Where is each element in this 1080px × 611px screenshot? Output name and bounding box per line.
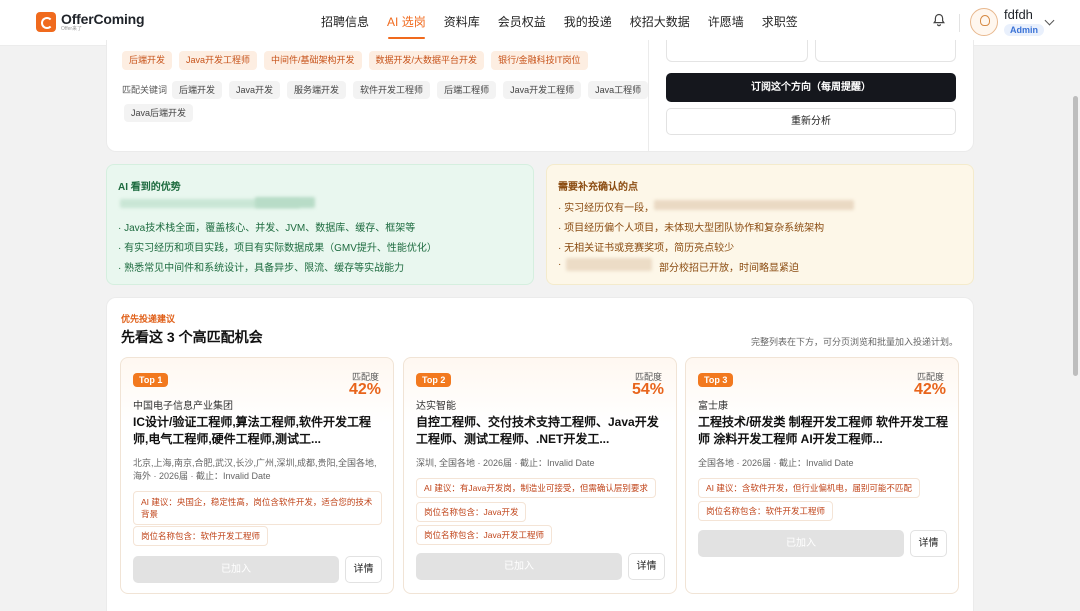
reanalyze-button[interactable]: 重新分析 — [666, 108, 956, 135]
job-card-3[interactable]: Top 3 匹配度 42% 富士康 工程技术/研发类 制程开发工程师 软件开发工… — [685, 357, 959, 594]
job-title[interactable]: 工程技术/研发类 制程开发工程师 软件开发工程师 涂料开发工程师 AI开发工程师… — [698, 414, 948, 448]
company-name: 富士康 — [698, 401, 728, 412]
rec-title: 先看这 3 个高匹配机会 — [121, 329, 263, 345]
redacted-text — [654, 200, 854, 210]
scrollbar-thumb[interactable] — [1073, 96, 1078, 376]
brand-name: OfferComing — [61, 11, 145, 27]
job-meta: 北京,上海,南京,合肥,武汉,长沙,广州,深圳,成都,贵阳,全国各地,海外 · … — [133, 458, 377, 481]
rank-badge: Top 2 — [416, 373, 452, 387]
keyword-tag: Java工程师 — [588, 81, 649, 99]
keyword-label: 匹配关键词 — [122, 85, 168, 95]
gaps-title: 需要补充确认的点 — [558, 182, 638, 193]
detail-button[interactable]: 详情 — [910, 530, 947, 557]
direction-tag[interactable]: 中间件/基础架构开发 — [264, 51, 362, 70]
strength-item: · 有实习经历和项目实践，项目有实际数据成果（GMV提升、性能优化） — [118, 243, 437, 254]
position-match-tip: 岗位名称包含：软件开发工程师 — [698, 501, 834, 521]
avatar-icon[interactable] — [970, 8, 998, 36]
job-card-1[interactable]: Top 1 匹配度 42% 中国电子信息产业集团 IC设计/验证工程师,算法工程… — [120, 357, 394, 594]
position-match-tip: 岗位名称包含：Java开发 — [416, 502, 527, 522]
company-name: 中国电子信息产业集团 — [133, 401, 233, 412]
gap-bullet: · — [558, 259, 562, 270]
direction-tag[interactable]: 数据开发/大数据平台开发 — [368, 51, 485, 70]
strength-item: · 熟悉常见中间件和系统设计，具备异步、限流、缓存等实战能力 — [118, 263, 405, 274]
page-scrollbar[interactable] — [1072, 46, 1080, 611]
form-field[interactable] — [815, 40, 956, 62]
direction-tag[interactable]: Java开发工程师 — [179, 51, 258, 70]
rank-badge: Top 3 — [698, 373, 734, 387]
gap-item: · 项目经历偏个人项目，未体现大型团队协作和复杂系统架构 — [558, 223, 825, 234]
redacted-text — [566, 258, 652, 271]
strength-item: · Java技术栈全面，覆盖核心、并发、JVM、数据库、缓存、框架等 — [118, 223, 416, 234]
user-name[interactable]: fdfdh — [1004, 7, 1033, 22]
logo-icon — [36, 12, 56, 32]
role-badge: Admin — [1004, 24, 1044, 36]
company-name: 达实智能 — [416, 401, 456, 412]
keyword-tag: Java开发 — [229, 81, 281, 99]
keyword-tag: 后端开发 — [172, 81, 223, 99]
brand-sub: Offer来了 — [61, 26, 83, 32]
added-button[interactable]: 已加入 — [698, 530, 904, 557]
keyword-tag: Java开发工程师 — [503, 81, 582, 99]
position-match-tip: 岗位名称包含：软件开发工程师 — [133, 526, 269, 546]
rank-badge: Top 1 — [133, 373, 169, 387]
gap-item: · 实习经历仅有一段， — [558, 203, 655, 214]
job-card-2[interactable]: Top 2 匹配度 54% 达实智能 自控工程师、交付技术支持工程师、Java开… — [403, 357, 677, 594]
rec-kicker: 优先投递建议 — [121, 314, 176, 324]
detail-button[interactable]: 详情 — [345, 556, 382, 583]
keyword-tag: 服务端开发 — [287, 81, 347, 99]
keyword-tags: 后端开发 Java开发 服务端开发 软件开发工程师 后端工程师 Java开发工程… — [172, 81, 649, 99]
added-button[interactable]: 已加入 — [416, 553, 622, 580]
match-value: 42% — [348, 381, 381, 398]
redacted-text — [255, 197, 315, 208]
direction-tags: 后端开发 Java开发工程师 中间件/基础架构开发 数据开发/大数据平台开发 银… — [122, 51, 588, 70]
added-button[interactable]: 已加入 — [133, 556, 339, 583]
rec-hint: 完整列表在下方，可分页浏览和批量加入投递计划。 — [750, 337, 958, 347]
keyword-tag: 后端工程师 — [437, 81, 497, 99]
position-match-tip: 岗位名称包含：Java开发工程师 — [416, 525, 552, 545]
gap-item: 部分校招已开放，时间略显紧迫 — [659, 263, 799, 274]
job-title[interactable]: 自控工程师、交付技术支持工程师、Java开发工程师、测试工程师、.NET开发工.… — [416, 414, 666, 448]
ai-suggestion: AI 建议：有Java开发岗，制造业可接受，但需确认层别要求 — [416, 478, 656, 498]
direction-tag[interactable]: 后端开发 — [122, 51, 173, 70]
job-meta: 深圳, 全国各地 · 2026届 · 截止：Invalid Date — [416, 458, 595, 468]
direction-tag[interactable]: 银行/金融科技IT岗位 — [491, 51, 588, 70]
match-value: 54% — [631, 381, 664, 398]
brand-logo[interactable]: OfferComing Offer来了 — [36, 11, 145, 32]
subscribe-button[interactable]: 订阅这个方向（每周提醒） — [666, 73, 956, 102]
form-field[interactable] — [666, 40, 808, 62]
card-divider — [648, 40, 649, 152]
job-title[interactable]: IC设计/验证工程师,算法工程师,软件开发工程师,电气工程师,硬件工程师,测试工… — [133, 414, 383, 448]
job-meta: 全国各地 · 2026届 · 截止：Invalid Date — [698, 458, 854, 468]
ai-suggestion: AI 建议：含软件开发，但行业偏机电，届别可能不匹配 — [698, 478, 920, 498]
detail-button[interactable]: 详情 — [628, 553, 665, 580]
gap-item: · 无相关证书或竞赛奖项，简历亮点较少 — [558, 243, 735, 254]
strengths-title: AI 看到的优势 — [118, 182, 181, 193]
chevron-down-icon[interactable] — [1044, 15, 1055, 26]
keyword-tag: 软件开发工程师 — [353, 81, 431, 99]
header-separator — [959, 14, 960, 32]
ai-suggestion: AI 建议：央国企，稳定性高，岗位含软件开发，适合您的技术背景 — [133, 491, 382, 525]
keyword-tags-row2: Java后端开发 — [124, 104, 194, 122]
match-value: 42% — [913, 381, 946, 398]
keyword-tag: Java后端开发 — [124, 104, 194, 122]
bell-icon[interactable] — [932, 13, 946, 27]
